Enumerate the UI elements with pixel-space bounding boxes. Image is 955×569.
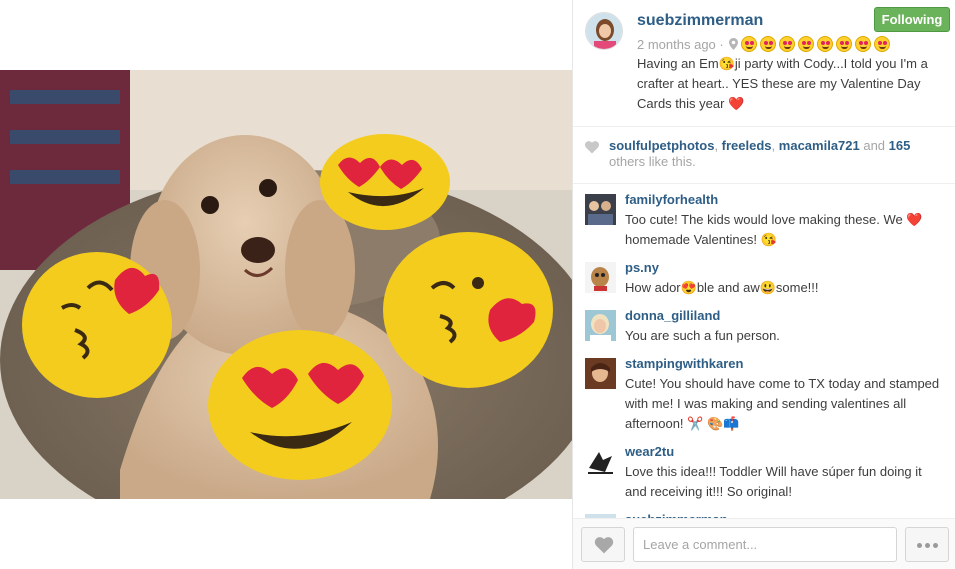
liker-link[interactable]: soulfulpetphotos bbox=[609, 138, 714, 153]
emoji-kiss-icon bbox=[873, 36, 890, 52]
likes-suffix: others like this. bbox=[609, 154, 696, 169]
post-meta: 2 months ago · bbox=[637, 36, 890, 52]
commenter-username[interactable]: donna_gilliland bbox=[625, 308, 720, 323]
commenter-avatar[interactable] bbox=[585, 262, 616, 293]
likes-and: and bbox=[859, 138, 889, 153]
caption-text: Having an Em😘ji party with Cody...I told… bbox=[637, 56, 928, 111]
comment-text: You are such a fun person. bbox=[625, 328, 780, 343]
commenter-username[interactable]: familyforhealth bbox=[625, 192, 718, 207]
comment-input[interactable] bbox=[633, 527, 897, 562]
author-avatar[interactable] bbox=[585, 12, 623, 50]
commenter-avatar[interactable] bbox=[585, 446, 616, 477]
commenter-username[interactable]: wear2tu bbox=[625, 444, 674, 459]
likes-text: soulfulpetphotos, freeleds, macamila721 … bbox=[609, 138, 911, 169]
likes-section: soulfulpetphotos, freeleds, macamila721 … bbox=[573, 128, 955, 184]
more-dots-icon bbox=[925, 543, 930, 548]
comment-text: Love this idea!!! Toddler Will have súpe… bbox=[625, 464, 922, 499]
like-button[interactable] bbox=[581, 527, 625, 562]
following-button[interactable]: Following bbox=[874, 7, 950, 32]
comment-text: How ador😍ble and aw😃some!!! bbox=[625, 280, 819, 295]
emoji-heart-eyes-icon bbox=[740, 36, 757, 52]
heart-icon bbox=[594, 537, 614, 554]
comments-list[interactable]: familyforhealth Too cute! The kids would… bbox=[573, 186, 955, 518]
emoji-heart-eyes-icon bbox=[816, 36, 833, 52]
time-ago[interactable]: 2 months ago · bbox=[637, 37, 724, 52]
heart-icon bbox=[585, 141, 599, 154]
emoji-kiss-icon bbox=[759, 36, 776, 52]
more-options-button[interactable] bbox=[905, 527, 949, 562]
commenter-username[interactable]: ps.ny bbox=[625, 260, 659, 275]
photo-pane bbox=[0, 0, 572, 569]
likes-count[interactable]: 165 bbox=[889, 138, 911, 153]
commenter-avatar[interactable] bbox=[585, 194, 616, 225]
comment-text: Cute! You should have come to TX today a… bbox=[625, 376, 940, 431]
author-username[interactable]: suebzimmerman bbox=[637, 12, 763, 30]
emoji-kiss-icon bbox=[835, 36, 852, 52]
comment-footer bbox=[573, 518, 955, 569]
more-dots-icon bbox=[917, 543, 922, 548]
post-caption: Having an Em😘ji party with Cody...I told… bbox=[637, 54, 949, 114]
more-dots-icon bbox=[933, 543, 938, 548]
emoji-heart-eyes-icon bbox=[778, 36, 795, 52]
location-pin-icon[interactable] bbox=[728, 38, 738, 50]
caption-heart-emoji: ❤️ bbox=[728, 96, 745, 111]
post-sidebar: suebzimmerman Following 2 months ago · H… bbox=[572, 0, 955, 569]
comment-text: Too cute! The kids would love making the… bbox=[625, 212, 923, 247]
emoji-kiss-icon bbox=[797, 36, 814, 52]
post-header: suebzimmerman Following 2 months ago · H… bbox=[573, 0, 955, 127]
commenter-avatar[interactable] bbox=[585, 310, 616, 341]
commenter-avatar[interactable] bbox=[585, 358, 616, 389]
liker-link[interactable]: freeleds bbox=[722, 138, 772, 153]
liker-link[interactable]: macamila721 bbox=[779, 138, 860, 153]
commenter-username[interactable]: stampingwithkaren bbox=[625, 356, 743, 371]
post-photo[interactable] bbox=[0, 70, 572, 499]
emoji-heart-eyes-icon bbox=[854, 36, 871, 52]
